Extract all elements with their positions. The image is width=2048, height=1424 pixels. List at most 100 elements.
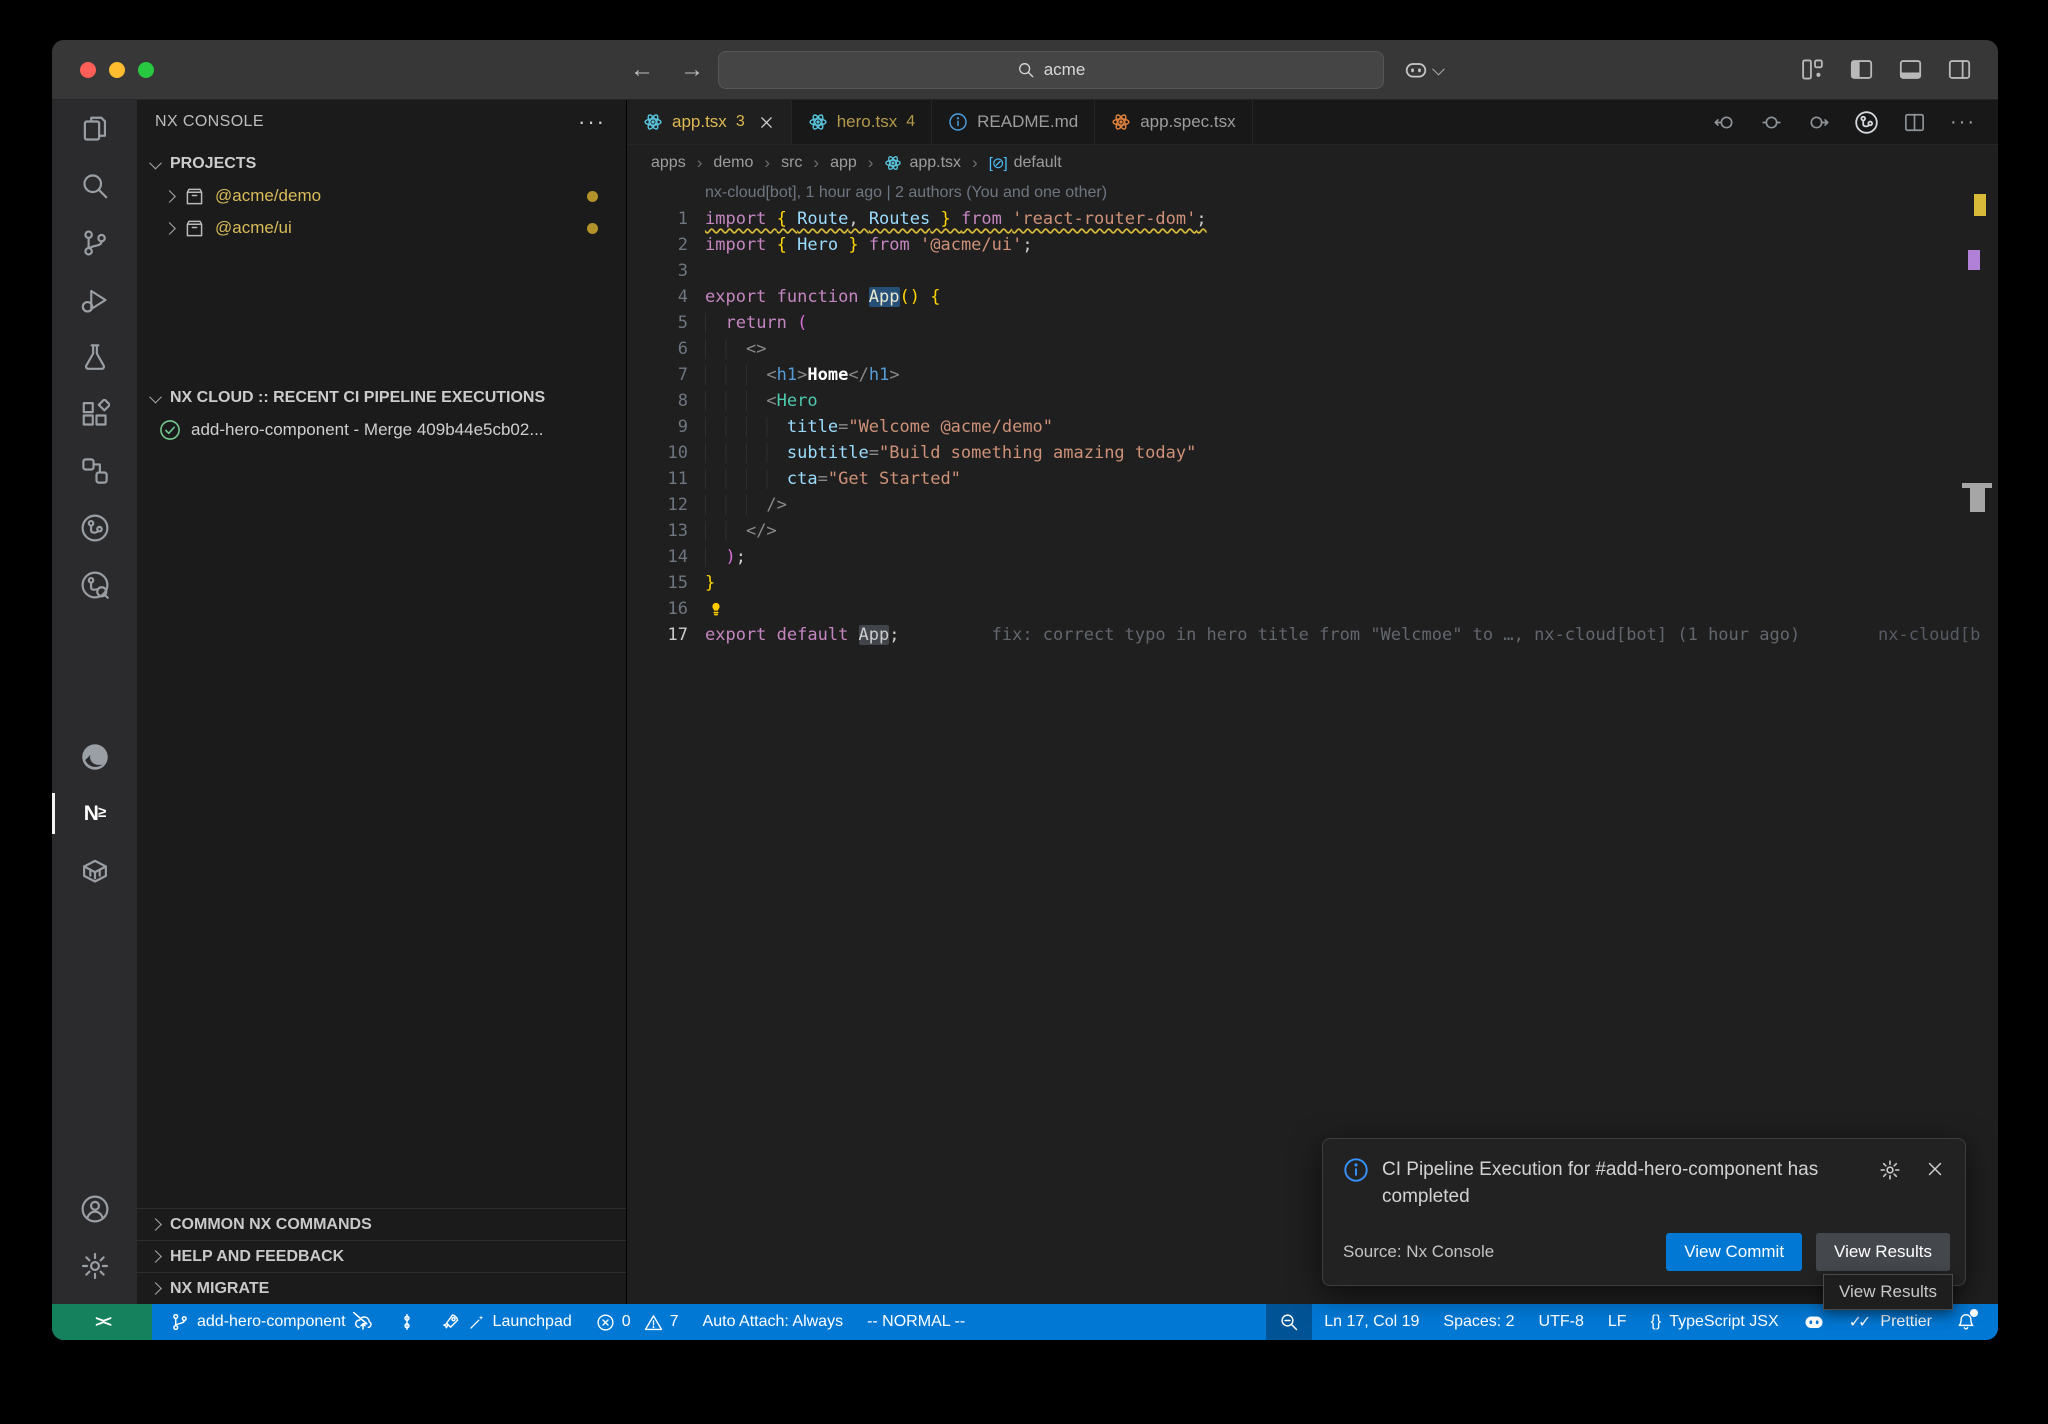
cursor-position-item[interactable]: Ln 17, Col 19 xyxy=(1312,1304,1431,1340)
projects-section-header[interactable]: PROJECTS xyxy=(137,148,626,180)
sidebar-section-help-and-feedback[interactable]: HELP AND FEEDBACK xyxy=(137,1240,626,1272)
tab-bar: app.tsx3hero.tsx4README.mdapp.spec.tsx ··… xyxy=(627,100,1998,145)
breadcrumb-item-app[interactable]: app xyxy=(830,154,857,172)
notification-message: CI Pipeline Execution for #add-hero-comp… xyxy=(1382,1157,1822,1211)
activity-item-pipeline[interactable] xyxy=(52,499,137,556)
activity-item-explorer[interactable] xyxy=(52,100,137,157)
modified-dot xyxy=(587,191,598,202)
activity-item-pipeline-search[interactable] xyxy=(52,556,137,613)
code-line-15[interactable]: 15} xyxy=(627,570,1998,596)
status-bar: >< add-hero-component Launchpad 0 7 xyxy=(52,1304,1998,1340)
package-icon xyxy=(184,186,205,207)
pipeline-execution-item[interactable]: add-hero-component - Merge 409b44e5cb02.… xyxy=(137,414,626,446)
sidebar-section-common-nx-commands[interactable]: COMMON NX COMMANDS xyxy=(137,1208,626,1240)
activity-item-run-debug[interactable] xyxy=(52,271,137,328)
tab-app.spec.tsx[interactable]: app.spec.tsx xyxy=(1095,100,1252,144)
code-line-10[interactable]: 10 subtitle="Build something amazing tod… xyxy=(627,440,1998,466)
notification-close-icon[interactable] xyxy=(1925,1159,1945,1181)
copilot-icon xyxy=(1803,1311,1825,1333)
step-forward-icon[interactable] xyxy=(1807,111,1830,134)
vim-mode-item[interactable]: -- NORMAL -- xyxy=(855,1304,977,1340)
code-line-2[interactable]: 2import { Hero } from '@acme/ui'; xyxy=(627,232,1998,258)
lightbulb-icon[interactable] xyxy=(705,598,727,620)
activity-item-edge[interactable] xyxy=(52,728,137,785)
record-icon[interactable] xyxy=(1760,111,1783,134)
nx-cloud-section-header[interactable]: NX CLOUD :: RECENT CI PIPELINE EXECUTION… xyxy=(137,382,626,414)
code-line-6[interactable]: 6 <> xyxy=(627,336,1998,362)
customize-layout-icon[interactable] xyxy=(1800,57,1825,82)
line-number: 6 xyxy=(627,336,705,362)
view-commit-button[interactable]: View Commit xyxy=(1666,1233,1802,1271)
project-item[interactable]: @acme/ui xyxy=(137,212,626,244)
remote-indicator[interactable]: >< xyxy=(52,1304,152,1340)
code-line-11[interactable]: 11 cta="Get Started" xyxy=(627,466,1998,492)
line-number: 10 xyxy=(627,440,705,466)
project-item[interactable]: @acme/demo xyxy=(137,180,626,212)
navigate-back-icon[interactable]: ← xyxy=(630,56,654,84)
copilot-menu[interactable] xyxy=(1404,51,1443,89)
code-line-13[interactable]: 13 </> xyxy=(627,518,1998,544)
problems-item[interactable]: 0 7 xyxy=(584,1304,691,1340)
sidebar-section-nx-migrate[interactable]: NX MIGRATE xyxy=(137,1272,626,1304)
indentation-item[interactable]: Spaces: 2 xyxy=(1431,1304,1526,1340)
code-line-4[interactable]: 4export function App() { xyxy=(627,284,1998,310)
code-line-17[interactable]: 17export default App; fix: correct typo … xyxy=(627,622,1998,648)
activity-item-nx[interactable]: N≥ xyxy=(52,785,137,842)
activity-item-testing[interactable] xyxy=(52,328,137,385)
code-line-16[interactable]: 16 xyxy=(627,596,1998,622)
notification-settings-icon[interactable] xyxy=(1879,1159,1901,1181)
search-icon xyxy=(1017,61,1035,79)
code-line-1[interactable]: 1import { Route, Routes } from 'react-ro… xyxy=(627,206,1998,232)
language-mode-item[interactable]: {} TypeScript JSX xyxy=(1639,1304,1791,1340)
close-tab-icon[interactable] xyxy=(758,114,775,131)
breadcrumb-item-default[interactable]: [⊘]default xyxy=(989,154,1062,172)
activity-item-search[interactable] xyxy=(52,157,137,214)
code-line-7[interactable]: 7 <h1>Home</h1> xyxy=(627,362,1998,388)
code-line-3[interactable]: 3 xyxy=(627,258,1998,284)
activity-item-extensions[interactable] xyxy=(52,385,137,442)
breadcrumb-item-apps[interactable]: apps xyxy=(651,154,686,172)
code-line-9[interactable]: 9 title="Welcome @acme/demo" xyxy=(627,414,1998,440)
maximize-window-button[interactable] xyxy=(138,62,154,78)
auto-attach-item[interactable]: Auto Attach: Always xyxy=(691,1304,856,1340)
editor-group: app.tsx3hero.tsx4README.mdapp.spec.tsx··… xyxy=(627,100,1998,1304)
breadcrumb-item-app.tsx[interactable]: app.tsx xyxy=(884,154,961,172)
breadcrumb-item-src[interactable]: src xyxy=(781,154,802,172)
breadcrumb-separator: › xyxy=(868,153,874,173)
code-line-14[interactable]: 14 ); xyxy=(627,544,1998,570)
toggle-panel-icon[interactable] xyxy=(1898,57,1923,82)
eol-item[interactable]: LF xyxy=(1596,1304,1639,1340)
line-number: 2 xyxy=(627,232,705,258)
tab-hero.tsx[interactable]: hero.tsx4 xyxy=(792,100,932,144)
container-icon xyxy=(80,856,110,886)
encoding-item[interactable]: UTF-8 xyxy=(1527,1304,1596,1340)
activity-item-account[interactable] xyxy=(52,1180,137,1237)
more-actions-icon[interactable]: ··· xyxy=(578,117,606,127)
toggle-primary-sidebar-icon[interactable] xyxy=(1849,57,1874,82)
step-back-icon[interactable] xyxy=(1713,111,1736,134)
react-icon xyxy=(808,112,828,132)
activity-item-workflow[interactable] xyxy=(52,442,137,499)
code-line-12[interactable]: 12 /> xyxy=(627,492,1998,518)
tab-README.md[interactable]: README.md xyxy=(932,100,1095,144)
zoom-indicator[interactable] xyxy=(1266,1304,1312,1340)
code-line-5[interactable]: 5 return ( xyxy=(627,310,1998,336)
code-line-8[interactable]: 8 <Hero xyxy=(627,388,1998,414)
view-results-button[interactable]: View Results xyxy=(1816,1233,1950,1271)
minimize-window-button[interactable] xyxy=(109,62,125,78)
git-branch-item[interactable]: add-hero-component xyxy=(158,1304,385,1340)
breadcrumb-item-demo[interactable]: demo xyxy=(713,154,753,172)
pipeline-icon[interactable] xyxy=(1854,110,1879,135)
toggle-secondary-sidebar-icon[interactable] xyxy=(1947,57,1972,82)
activity-item-settings[interactable] xyxy=(52,1237,137,1294)
activity-item-container[interactable] xyxy=(52,842,137,899)
command-center[interactable]: acme xyxy=(718,51,1384,89)
navigate-forward-icon[interactable]: → xyxy=(680,56,704,84)
launchpad-item[interactable]: Launchpad xyxy=(429,1304,584,1340)
activity-item-source-control[interactable] xyxy=(52,214,137,271)
commit-graph-item[interactable] xyxy=(385,1304,429,1340)
tab-app.tsx[interactable]: app.tsx3 xyxy=(627,100,792,144)
more-actions-icon[interactable]: ··· xyxy=(1950,118,1976,126)
close-window-button[interactable] xyxy=(80,62,96,78)
split-editor-icon[interactable] xyxy=(1903,111,1926,134)
